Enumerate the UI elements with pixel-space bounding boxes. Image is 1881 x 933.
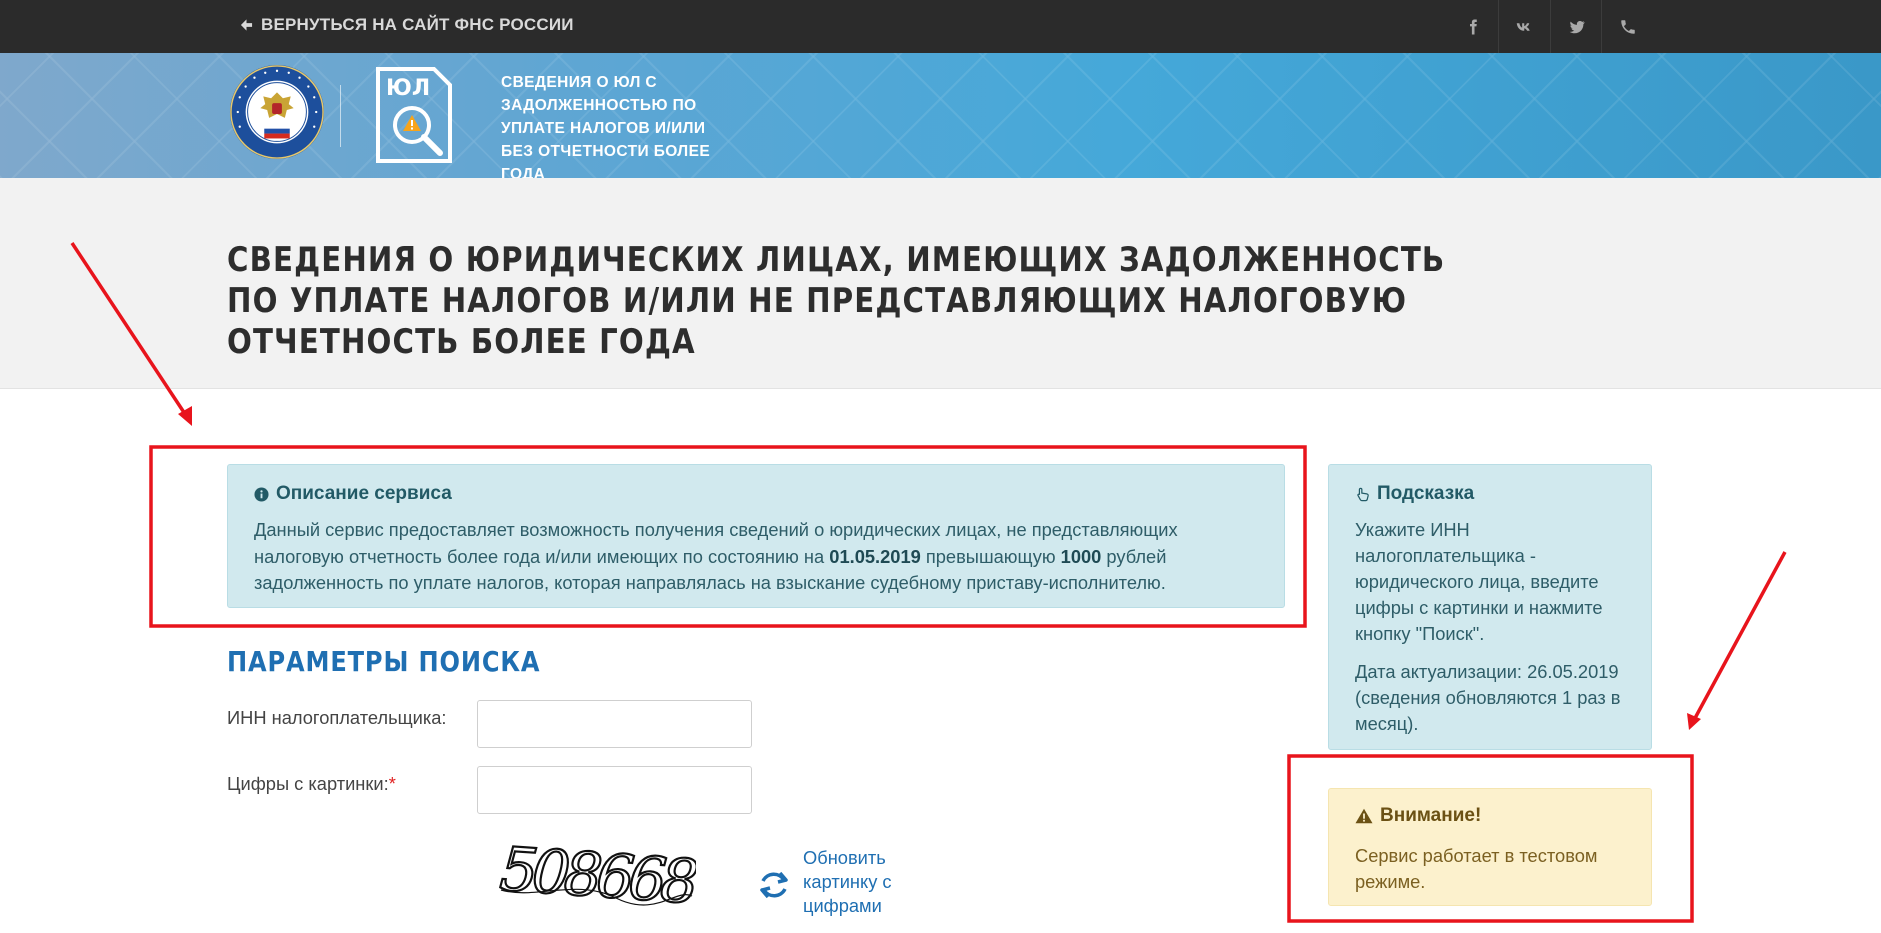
hint-text: Укажите ИНН налогоплательщика - юридичес… [1355,519,1603,644]
vk-button[interactable] [1498,0,1550,53]
facebook-icon [1470,19,1477,34]
refresh-captcha-label: Обновить картинку с цифрами [803,847,892,916]
twitter-button[interactable] [1550,0,1602,53]
hand-pointer-icon [1357,487,1369,501]
description-heading: Описание сервиса [254,483,1258,505]
logo-separator [340,85,341,147]
service-description-panel: Описание сервиса Данный сервис предостав… [227,464,1285,608]
refresh-captcha-link[interactable]: Обновить картинку с цифрами [757,846,908,918]
description-amount: 1000 [1060,545,1102,567]
svg-text:ЮЛ: ЮЛ [386,76,430,101]
description-heading-label: Описание сервиса [276,483,452,504]
ul-service-logo[interactable]: ЮЛ [374,65,454,165]
captcha-input[interactable] [477,766,752,814]
description-date: 01.05.2019 [829,545,921,567]
annotation-arrow-right [1687,551,1787,730]
title-band: СВЕДЕНИЯ О ЮРИДИЧЕСКИХ ЛИЦАХ, ИМЕЮЩИХ ЗА… [0,178,1881,389]
vk-icon [1516,22,1530,31]
captcha-image: 508668 [497,838,696,910]
back-link-label: ВЕРНУТЬСЯ НА САЙТ ФНС РОССИИ [261,15,574,34]
inn-input[interactable] [477,700,752,748]
refresh-icon [760,871,788,899]
warning-icon [1355,808,1373,824]
warning-text: Сервис работает в тестовом режиме. [1355,845,1598,892]
service-title: СВЕДЕНИЯ О ЮЛ С ЗАДОЛЖЕННОСТЬЮ ПО УПЛАТЕ… [501,74,711,178]
description-text: Данный сервис предоставляет возможность … [254,517,1258,597]
hint-heading-label: Подсказка [1377,483,1475,504]
search-params-title: ПАРАМЕТРЫ ПОИСКА [227,645,541,678]
page-title: СВЕДЕНИЯ О ЮРИДИЧЕСКИХ ЛИЦАХ, ИМЕЮЩИХ ЗА… [227,240,1446,362]
warning-heading: Внимание! [1355,805,1625,827]
hint-panel: Подсказка Укажите ИНН налогоплательщика … [1328,464,1652,750]
hint-heading: Подсказка [1355,483,1625,505]
warning-heading-label: Внимание! [1380,805,1482,826]
info-icon [254,486,269,502]
back-to-fns-link[interactable]: ВЕРНУТЬСЯ НА САЙТ ФНС РОССИИ [240,15,574,35]
warning-panel: Внимание! Сервис работает в тестовом реж… [1328,788,1652,906]
twitter-icon [1569,20,1585,33]
required-mark: * [388,773,396,794]
facebook-button[interactable] [1447,0,1499,53]
inn-label: ИНН налогоплательщика: [227,707,447,728]
description-text-part2: превышающую [920,545,1061,567]
header-banner: ЮЛ СВЕДЕНИЯ О ЮЛ С ЗАДОЛЖЕННОСТЬЮ ПО УПЛ… [0,53,1881,178]
arrow-left-icon [240,19,253,31]
phone-icon [1620,19,1635,34]
captcha-text: 508668 [498,838,696,910]
captcha-digits-label: Цифры с картинки:* [227,773,396,795]
top-bar: ВЕРНУТЬСЯ НА САЙТ ФНС РОССИИ [0,0,1881,53]
phone-button[interactable] [1601,0,1653,53]
captcha-digits-label-text: Цифры с картинки: [227,773,389,794]
fns-emblem-logo[interactable] [228,63,326,161]
update-date-text: Дата актуализации: 26.05.2019 (сведения … [1355,661,1621,734]
